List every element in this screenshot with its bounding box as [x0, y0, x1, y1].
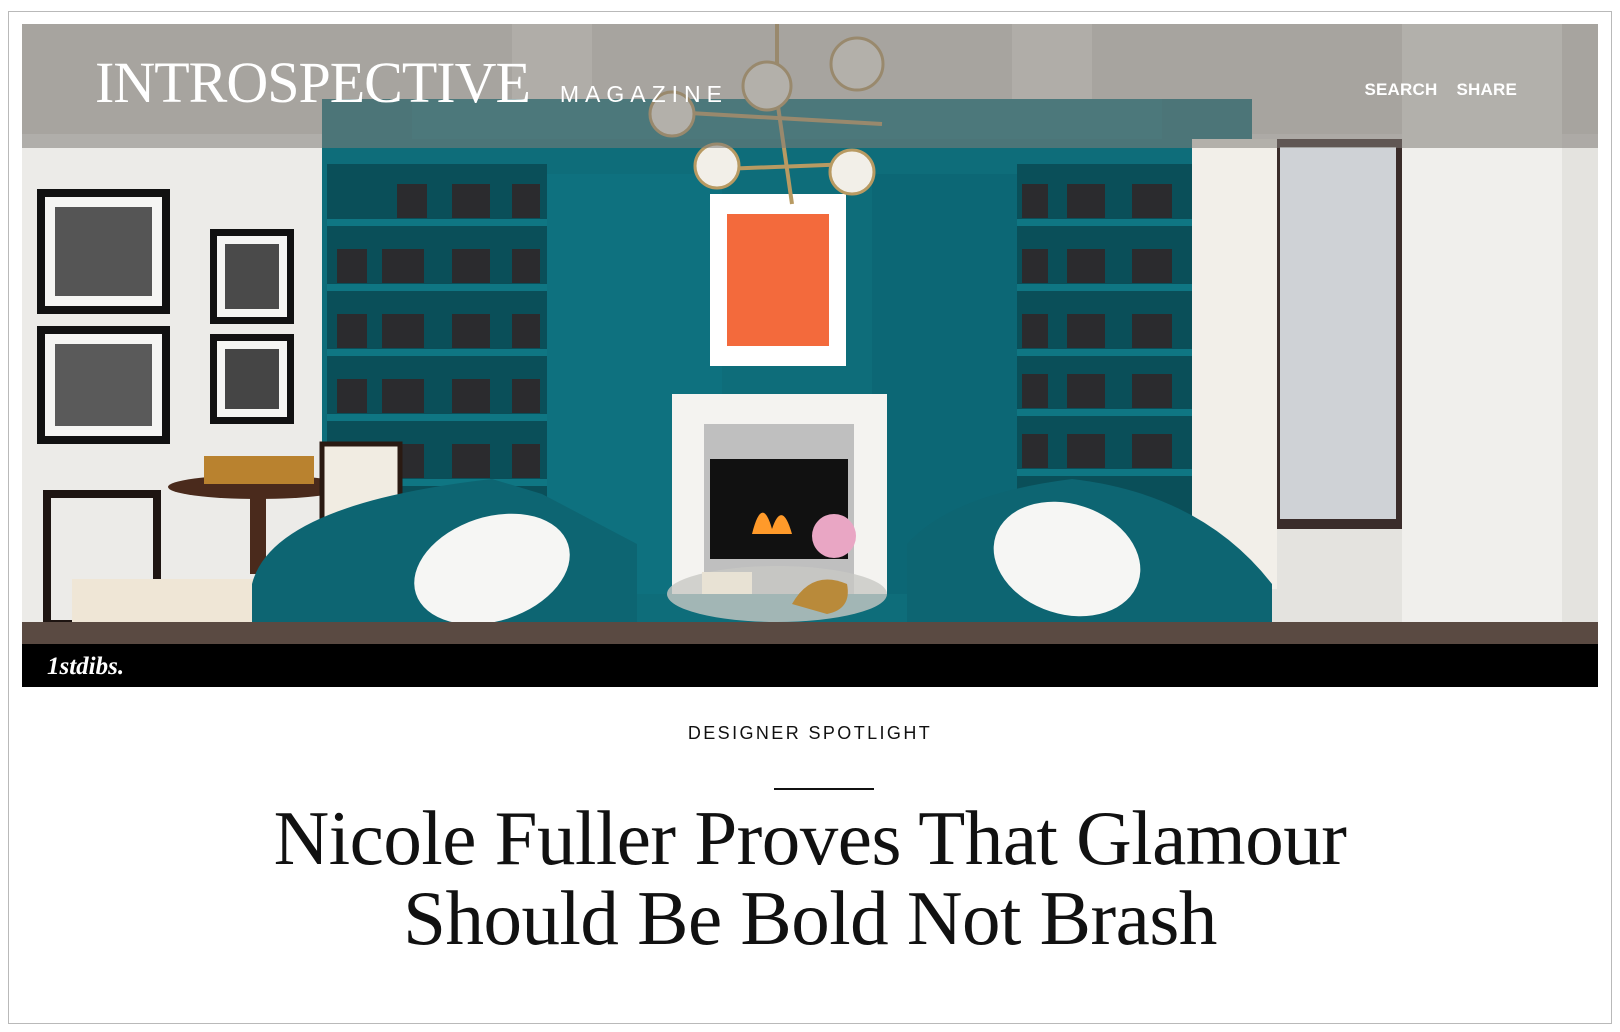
logo-subtitle: MAGAZINE	[559, 81, 729, 107]
article-category[interactable]: DESIGNER SPOTLIGHT	[0, 723, 1620, 744]
article-headline: Nicole Fuller Proves That Glamour Should…	[110, 798, 1510, 958]
site-logo[interactable]: INTROSPECTIVE MAGAZINE	[95, 54, 728, 112]
search-link[interactable]: SEARCH	[1364, 80, 1437, 100]
share-link[interactable]: SHARE	[1456, 80, 1517, 100]
hero-image: INTROSPECTIVE MAGAZINE SEARCH SHARE	[22, 24, 1598, 644]
title-divider	[774, 788, 874, 790]
image-credit-bar: 1stdibs.	[22, 644, 1598, 687]
headline-line-1: Nicole Fuller Proves That Glamour	[273, 795, 1347, 881]
site-header: INTROSPECTIVE MAGAZINE SEARCH SHARE	[22, 24, 1598, 148]
headline-line-2: Should Be Bold Not Brash	[403, 875, 1217, 961]
logo-wordmark: INTROSPECTIVE	[95, 50, 531, 115]
credit-logo-1stdibs[interactable]: 1stdibs.	[47, 653, 124, 681]
header-nav: SEARCH SHARE	[1364, 80, 1517, 100]
